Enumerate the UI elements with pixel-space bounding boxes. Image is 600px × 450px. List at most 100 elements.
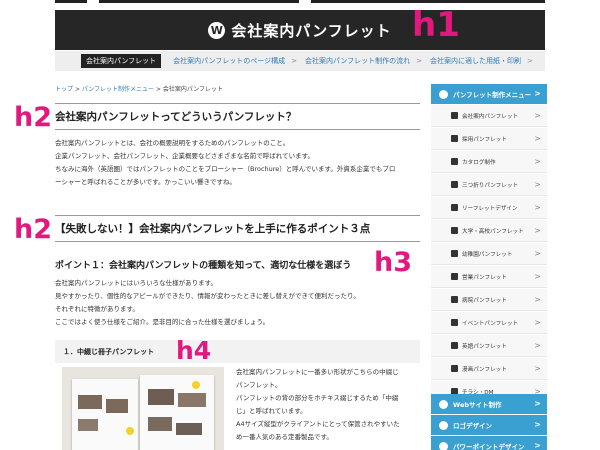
point-body: 会社案内パンフレットにはいろいろな仕様があります。 見やすかったり、個性的なアピ… — [55, 277, 415, 329]
chevron-right-icon: > — [534, 111, 541, 120]
section-heading-about: 会社案内パンフレットってどういうパンフレット？ — [55, 103, 420, 130]
sidebar-menu-header[interactable]: パンフレット制作メニュー > — [431, 84, 547, 104]
chevron-right-icon: > — [534, 399, 541, 408]
sidebar-menu-title: パンフレット制作メニュー — [453, 91, 532, 99]
annotation-h1: h1 — [412, 5, 460, 45]
chevron-right-icon: > — [534, 134, 541, 143]
sidebar-item-label: 幼稚園パンフレット — [462, 251, 513, 258]
sidebar-menu-label: Webサイト制作 — [453, 401, 502, 409]
paragraph-line: A4サイズ縦型がクライアントにとって保管されやすいた — [236, 420, 400, 428]
nav-item-current[interactable]: 会社案内パンフレット — [81, 54, 162, 68]
school-icon — [451, 227, 458, 234]
nav-link-production-flow[interactable]: 会社案内パンフレット制作の流れ — [305, 56, 410, 66]
paragraph-line: 会社案内パンフレットに一番多い形状がこちらの中綴じ — [236, 368, 399, 376]
sidebar-item-label: 会社案内パンフレット — [462, 113, 519, 120]
paragraph-line: じ」と呼ばれています。 — [236, 407, 307, 415]
search-person-icon — [451, 135, 458, 142]
sidebar-item-trifold[interactable]: 三つ折りパンフレット > — [431, 174, 547, 196]
chevron-right-icon: > — [534, 341, 541, 350]
section-nav: 会社案内パンフレット 会社案内パンフレットのページ構成 > 会社案内パンフレット… — [55, 51, 545, 71]
paragraph-line: 会社案内パンフレットにはいろいろな仕様があります。 — [55, 279, 217, 287]
breadcrumb-link-menu[interactable]: パンフレット制作メニュー — [82, 86, 154, 93]
chevron-right-icon: > — [534, 295, 541, 304]
paragraph-line: め一番人気のある定番製品です。 — [236, 433, 333, 441]
sidebar-item-leaflet[interactable]: リーフレットデザイン > — [431, 197, 547, 219]
annotation-h2: h2 — [14, 102, 53, 133]
hospital-icon — [451, 296, 458, 303]
sidebar-item-label: 漫画パンフレット — [462, 366, 507, 373]
manga-icon — [451, 365, 458, 372]
sidebar-item-label: 三つ折りパンフレット — [462, 182, 519, 189]
book-icon — [451, 158, 458, 165]
top-partial-bar — [55, 0, 545, 4]
chevron-right-icon: > — [534, 203, 541, 212]
sales-icon — [451, 273, 458, 280]
sidebar-menu-label: ロゴデザイン — [453, 422, 492, 430]
chevron-right-icon: > — [534, 89, 541, 98]
sidebar-item-label: 病院パンフレット — [462, 297, 507, 304]
sidebar-item-hospital[interactable]: 病院パンフレット > — [431, 289, 547, 311]
leaflet-icon — [451, 204, 458, 211]
sidebar-item-recruit[interactable]: 採用パンフレット > — [431, 128, 547, 150]
breadcrumb-separator: > — [155, 86, 161, 93]
brochure-photo — [62, 367, 224, 450]
paragraph-line: パンフレット。 — [236, 381, 282, 389]
sidebar-item-label: 大学・高校パンフレット — [462, 228, 524, 235]
breadcrumb-current: 会社案内パンフレット — [162, 86, 224, 93]
section-heading-points: 【失敗しない！】会社案内パンフレットを上手に作るポイント３点 — [55, 215, 420, 242]
nav-separator: > — [416, 57, 423, 65]
chevron-right-icon: > — [534, 180, 541, 189]
site-header: W 会社案内パンフレット — [55, 10, 545, 50]
sidebar-item-kindergarten[interactable]: 幼稚園パンフレット > — [431, 243, 547, 265]
annotation-h4: h4 — [176, 336, 212, 365]
chevron-right-icon: > — [534, 272, 541, 281]
sidebar-item-catalog[interactable]: カタログ制作 > — [431, 151, 547, 173]
sidebar-item-school[interactable]: 大学・高校パンフレット > — [431, 220, 547, 242]
sidebar-item-label: イベントパンフレット — [462, 320, 519, 327]
sidebar-item-manga[interactable]: 漫画パンフレット > — [431, 358, 547, 380]
point-heading: ポイント１：会社案内パンフレットの種類を知って、適切な仕様を選ぼう — [55, 261, 352, 271]
chevron-right-icon: > — [534, 318, 541, 327]
paragraph-line: パンフレットの背の部分をホチキス綴じするため「中綴 — [236, 394, 399, 402]
paragraph-line: それぞれに特徴があります。 — [55, 305, 139, 313]
sidebar-item-event[interactable]: イベントパンフレット > — [431, 312, 547, 334]
sidebar-item-label: 英語パンフレット — [462, 343, 507, 350]
paragraph-line: 会社案内パンフレットとは、会社の概要説明をするためのパンフレットのこと。 — [55, 139, 290, 147]
event-icon — [451, 319, 458, 326]
sidebar-item-label: 営業パンフレット — [462, 274, 507, 281]
breadcrumb-link-top[interactable]: トップ — [55, 86, 73, 93]
paragraph-line: ここではよく使う仕様をご紹介。是非目的に合った仕様を選びましょう。 — [55, 318, 270, 326]
section-about-body: 会社案内パンフレットとは、会社の概要説明をするためのパンフレットのこと。 企業パ… — [55, 137, 415, 189]
logo-design-icon — [439, 420, 448, 430]
sidebar-item-english[interactable]: 英語パンフレット > — [431, 335, 547, 357]
breadcrumb: トップ > パンフレット制作メニュー > 会社案内パンフレット — [55, 84, 223, 93]
powerpoint-icon — [439, 441, 448, 450]
web-icon — [439, 399, 448, 409]
nav-link-page-structure[interactable]: 会社案内パンフレットのページ構成 — [173, 56, 285, 66]
sidebar-item-label: カタログ制作 — [462, 159, 496, 166]
annotation-h2: h2 — [14, 214, 53, 245]
sidebar-item-sales[interactable]: 営業パンフレット > — [431, 266, 547, 288]
sidebar-item-label: リーフレットデザイン — [462, 205, 518, 212]
sidebar-menu-label: パワーポイントデザイン — [453, 443, 525, 450]
sidebar-menu-web[interactable]: Webサイト制作 > — [431, 394, 547, 414]
sidebar-item-company[interactable]: 会社案内パンフレット > — [431, 105, 547, 127]
subsection-heading: １．中綴じ冊子パンフレット — [55, 340, 420, 363]
chevron-right-icon: > — [534, 226, 541, 235]
nav-separator: > — [291, 57, 298, 65]
sidebar-item-label: 採用パンフレット — [462, 136, 507, 143]
page: W 会社案内パンフレット h1 会社案内パンフレット 会社案内パンフレットのペー… — [0, 0, 600, 450]
logo-icon: W — [208, 21, 226, 39]
nav-separator: > — [527, 57, 533, 65]
menu-circle-icon — [439, 89, 448, 99]
sidebar: パンフレット制作メニュー > 会社案内パンフレット > 採用パンフレット > カ… — [431, 84, 547, 450]
english-icon — [451, 342, 458, 349]
paragraph-line: ーシャーと呼ばれることが多いです。かっこいい響きですね。 — [55, 178, 237, 186]
sidebar-menu-logo[interactable]: ロゴデザイン > — [431, 415, 547, 435]
nav-link-paper-printing[interactable]: 会社案内に適した用紙・印刷 — [430, 56, 521, 66]
paragraph-line: 見やすかったり、個性的なアピールができたり、情報が変わったときに差し替えができて… — [55, 292, 360, 300]
chevron-right-icon: > — [534, 364, 541, 373]
subsection-body: 会社案内パンフレットに一番多い形状がこちらの中綴じ パンフレット。 パンフレット… — [236, 366, 426, 444]
sidebar-menu-powerpoint[interactable]: パワーポイントデザイン > — [431, 436, 547, 450]
page-title: 会社案内パンフレット — [231, 21, 392, 40]
